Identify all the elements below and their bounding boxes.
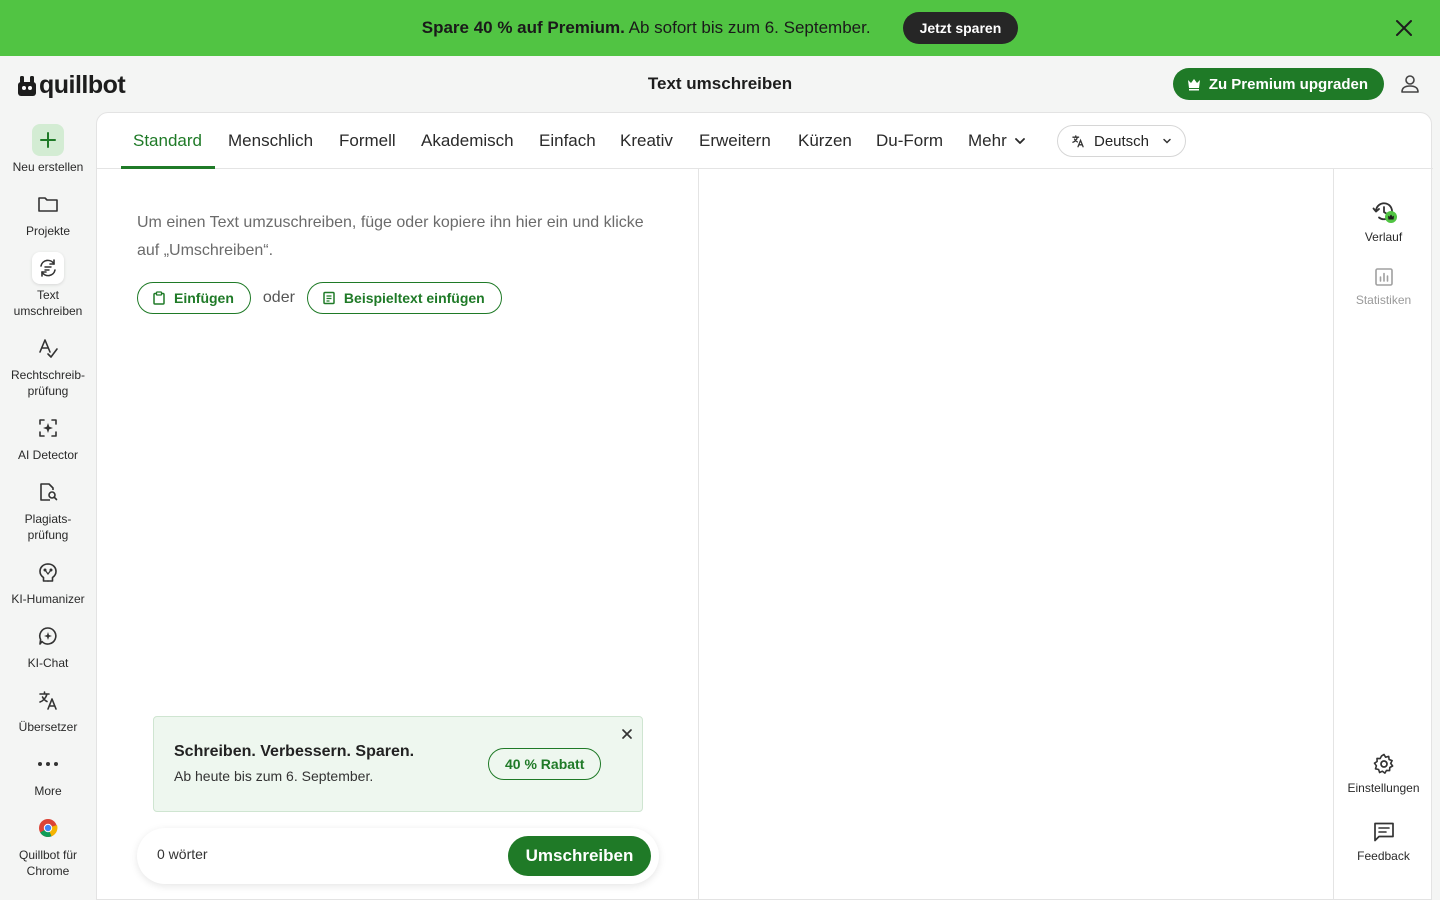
word-count: 0 wörter bbox=[157, 846, 208, 862]
history-label: Verlauf bbox=[1364, 230, 1403, 244]
tab-akademisch[interactable]: Akademisch bbox=[421, 113, 514, 169]
editor-divider bbox=[698, 169, 699, 900]
tab-du-form[interactable]: Du-Form bbox=[876, 113, 943, 169]
more-icon bbox=[32, 748, 64, 780]
chevron-down-icon bbox=[1163, 138, 1171, 144]
feedback-button[interactable]: Feedback bbox=[1334, 820, 1433, 864]
quillbot-logo[interactable]: quillbot bbox=[17, 71, 126, 100]
sample-text-label: Beispieltext einfügen bbox=[343, 290, 485, 306]
paste-label: Einfügen bbox=[174, 290, 234, 306]
quillbot-logo-icon bbox=[18, 75, 36, 96]
tab-more-label: Mehr bbox=[968, 131, 1007, 150]
sidebar-item-paraphrase[interactable]: Text umschreiben bbox=[0, 252, 96, 319]
history-button[interactable]: Verlauf bbox=[1334, 199, 1433, 245]
editor-footer: 0 wörter Umschreiben bbox=[137, 828, 659, 884]
upgrade-premium-button[interactable]: Zu Premium upgraden bbox=[1172, 68, 1384, 100]
discount-title: Schreiben. Verbessern. Sparen. bbox=[174, 743, 415, 760]
tab-einfach[interactable]: Einfach bbox=[539, 113, 596, 169]
sidebar-item-new[interactable]: Neu erstellen bbox=[0, 124, 96, 175]
tab-standard[interactable]: Standard bbox=[133, 113, 202, 169]
statistics-icon bbox=[1374, 268, 1393, 286]
sidebar-item-more[interactable]: More bbox=[0, 748, 96, 799]
rephrase-button[interactable]: Umschreiben bbox=[508, 836, 651, 876]
app-header: quillbot Text umschreiben Zu Premium upg… bbox=[0, 56, 1440, 112]
discount-subtitle: Ab heute bis zum 6. September. bbox=[174, 768, 374, 784]
feedback-label: Feedback bbox=[1357, 849, 1410, 863]
account-icon[interactable] bbox=[1398, 72, 1422, 96]
promo-cta-button[interactable]: Jetzt sparen bbox=[902, 12, 1019, 44]
sample-text-button[interactable]: Beispieltext einfügen bbox=[306, 282, 502, 314]
input-placeholder[interactable]: Um einen Text umzuschreiben, füge oder k… bbox=[137, 209, 657, 265]
sidebar-item-grammar[interactable]: Rechtschreib-prüfung bbox=[0, 332, 96, 399]
sidebar-item-plagiarism[interactable]: Plagiats-prüfung bbox=[0, 476, 96, 543]
history-icon bbox=[1372, 202, 1397, 223]
tab-formell[interactable]: Formell bbox=[339, 113, 396, 169]
clipboard-icon bbox=[153, 291, 165, 305]
tab-kreativ[interactable]: Kreativ bbox=[620, 113, 673, 169]
sidebar-item-chat[interactable]: KI-Chat bbox=[0, 620, 96, 671]
close-icon[interactable] bbox=[1392, 16, 1416, 40]
sidebar-item-label: Neu erstellen bbox=[12, 160, 84, 174]
sidebar-item-label: AI Detector bbox=[17, 448, 79, 462]
promo-banner: Spare 40 % auf Premium. Ab sofort bis zu… bbox=[0, 0, 1440, 56]
tab-kuerzen[interactable]: Kürzen bbox=[798, 113, 852, 169]
humanizer-icon bbox=[32, 556, 64, 588]
sidebar-item-chrome[interactable]: Quillbot für Chrome bbox=[0, 812, 96, 879]
promo-text: Spare 40 % auf Premium. Ab sofort bis zu… bbox=[422, 18, 871, 38]
mode-tabs: Standard Menschlich Formell Akademisch E… bbox=[97, 113, 1333, 169]
sidebar-item-label: More bbox=[34, 784, 62, 798]
translate-icon bbox=[1072, 135, 1084, 148]
sidebar-item-label: Rechtschreib-prüfung bbox=[10, 368, 86, 398]
settings-label: Einstellungen bbox=[1347, 781, 1420, 795]
input-actions: Einfügen oder Beispieltext einfügen bbox=[137, 282, 502, 314]
tab-menschlich[interactable]: Menschlich bbox=[228, 113, 313, 169]
translate-icon bbox=[32, 684, 64, 716]
or-text: oder bbox=[262, 289, 295, 306]
chat-icon bbox=[32, 620, 64, 652]
language-label: Deutsch bbox=[1094, 132, 1150, 150]
active-tab-indicator bbox=[121, 166, 215, 169]
paste-button[interactable]: Einfügen bbox=[137, 282, 251, 314]
language-select[interactable]: Deutsch bbox=[1057, 125, 1186, 157]
sidebar-item-label: Quillbot für Chrome bbox=[18, 848, 78, 878]
folder-icon bbox=[32, 188, 64, 220]
plagiarism-icon bbox=[32, 476, 64, 508]
document-icon bbox=[323, 291, 335, 305]
sidebar-item-label: KI-Chat bbox=[27, 656, 69, 670]
upgrade-premium-label: Zu Premium upgraden bbox=[1208, 75, 1368, 93]
sidebar-item-ai-detector[interactable]: AI Detector bbox=[0, 412, 96, 463]
tab-erweitern[interactable]: Erweitern bbox=[699, 113, 771, 169]
promo-bold-text: Spare 40 % auf Premium. bbox=[421, 18, 625, 37]
tabs-divider bbox=[1333, 168, 1433, 169]
sidebar-item-label: Plagiats-prüfung bbox=[24, 512, 72, 542]
main-panel: Standard Menschlich Formell Akademisch E… bbox=[96, 112, 1433, 900]
sidebar-item-projects[interactable]: Projekte bbox=[0, 188, 96, 239]
promo-detail-text: Ab sofort bis zum 6. September. bbox=[624, 18, 871, 37]
close-icon[interactable] bbox=[619, 726, 635, 742]
gear-icon bbox=[1373, 753, 1393, 774]
settings-button[interactable]: Einstellungen bbox=[1334, 752, 1433, 796]
grammar-icon bbox=[32, 332, 64, 364]
logo-text: quillbot bbox=[39, 71, 126, 99]
ai-detector-icon bbox=[32, 412, 64, 444]
feedback-icon bbox=[1373, 822, 1394, 842]
discount-banner: Schreiben. Verbessern. Sparen. Ab heute … bbox=[153, 716, 643, 812]
chevron-down-icon bbox=[1014, 138, 1025, 144]
plus-icon bbox=[32, 124, 64, 156]
sidebar-item-label: Übersetzer bbox=[18, 720, 78, 734]
statistics-label: Statistiken bbox=[1355, 293, 1412, 307]
sidebar-item-label: Text umschreiben bbox=[13, 288, 83, 318]
sidebar-item-humanizer[interactable]: KI-Humanizer bbox=[0, 556, 96, 607]
sidebar-item-label: Projekte bbox=[25, 224, 71, 238]
statistics-button[interactable]: Statistiken bbox=[1334, 266, 1433, 308]
discount-badge-button[interactable]: 40 % Rabatt bbox=[488, 748, 602, 780]
tab-more[interactable]: Mehr bbox=[968, 113, 1027, 169]
sidebar-item-label: KI-Humanizer bbox=[11, 592, 85, 606]
left-sidebar: Neu erstellen Projekte Text umschreiben … bbox=[0, 112, 96, 900]
chrome-icon bbox=[32, 812, 64, 844]
crown-icon bbox=[1187, 79, 1200, 91]
sidebar-item-translator[interactable]: Übersetzer bbox=[0, 684, 96, 735]
paraphrase-icon bbox=[32, 252, 64, 284]
